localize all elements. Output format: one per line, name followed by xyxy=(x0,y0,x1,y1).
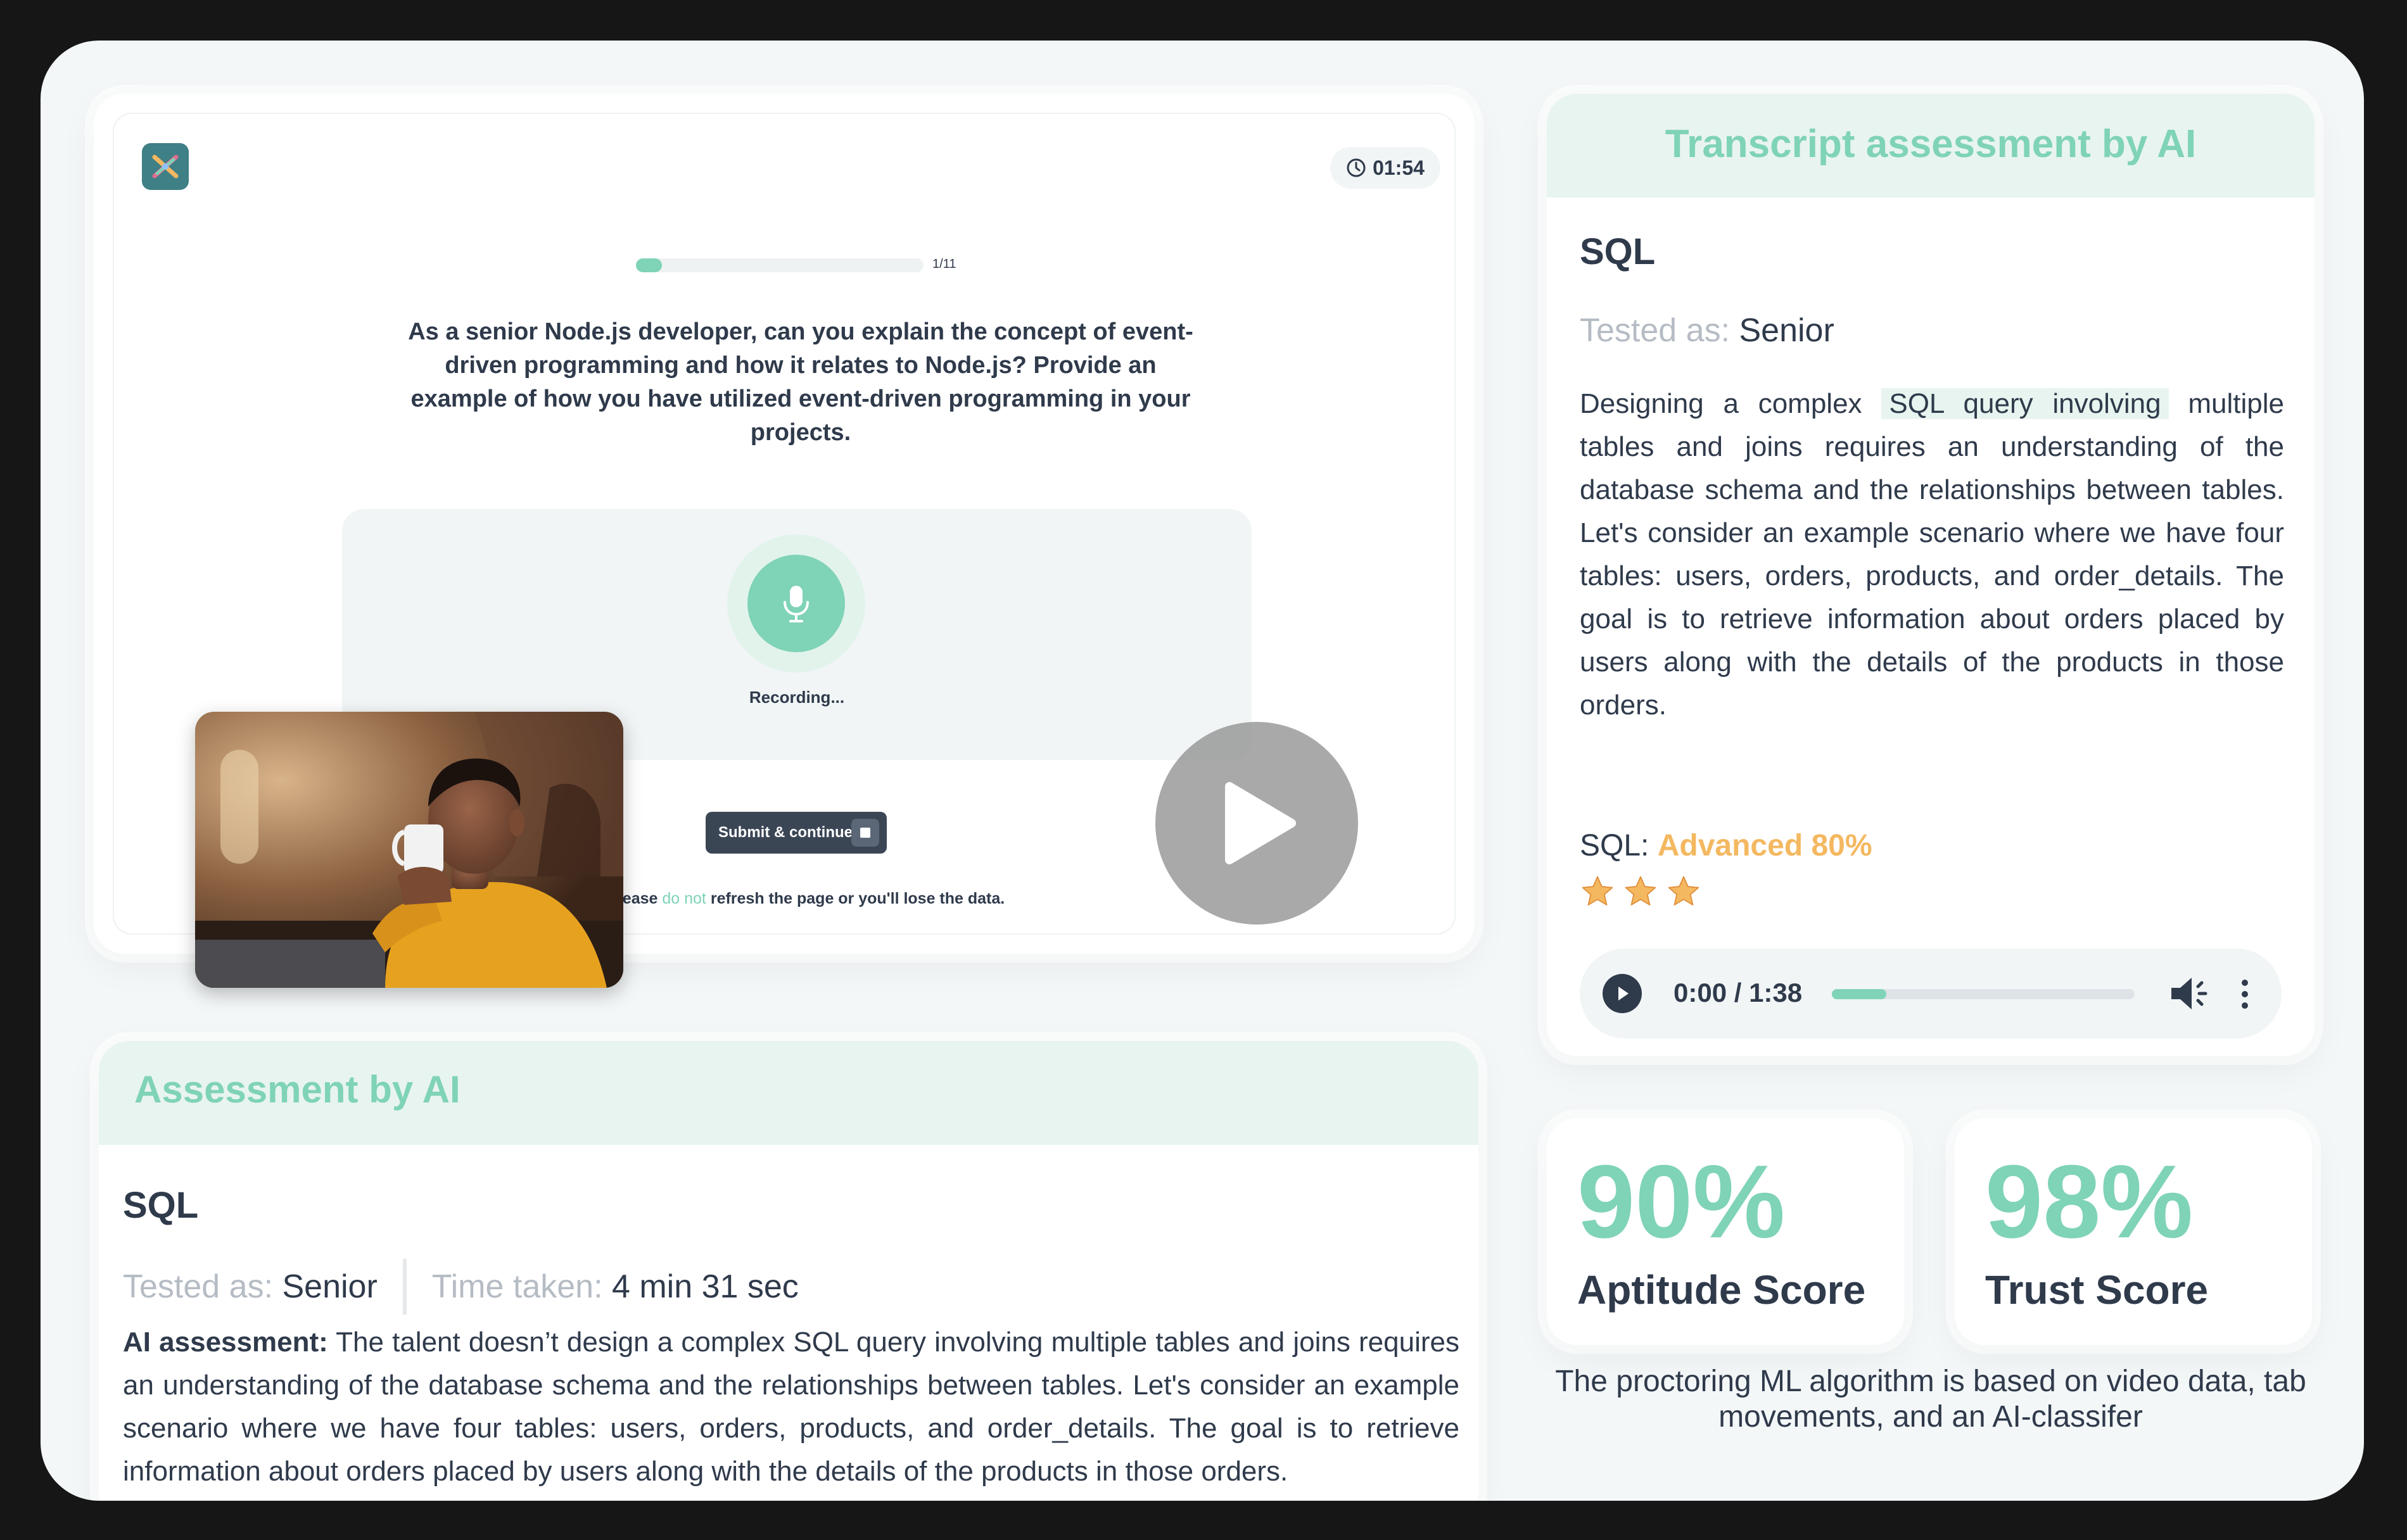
aptitude-score-card: 90% Aptitude Score xyxy=(1547,1118,1904,1345)
star-icon xyxy=(1625,876,1656,906)
app-screen: 01:54 1/11 As a senior Node.js developer… xyxy=(41,41,2364,1501)
volume-icon[interactable] xyxy=(2169,974,2211,1016)
assessment-skill: SQL xyxy=(123,1185,199,1226)
ai-assessment-label: AI assessment: xyxy=(123,1327,328,1358)
mic-halo xyxy=(727,534,865,672)
transcript-tested-as: Tested as: Senior xyxy=(1580,312,1834,350)
candidate-video-thumbnail[interactable] xyxy=(195,712,623,988)
transcript-text-before: Designing a complex xyxy=(1580,388,1882,419)
note-suffix: refresh the page or you'll lose the data… xyxy=(706,890,1005,907)
countdown-timer: 01:54 xyxy=(1330,147,1440,189)
transcript-header: Transcript assessment by AI xyxy=(1547,94,2315,198)
video-play-button[interactable] xyxy=(1155,722,1358,925)
question-progress-bar xyxy=(636,258,924,272)
meta-divider xyxy=(402,1259,407,1315)
trust-score-label: Trust Score xyxy=(1985,1267,2209,1313)
ai-assessment-text: AI assessment: The talent doesn’t design… xyxy=(123,1321,1459,1493)
transcript-tested-value: Senior xyxy=(1739,312,1834,349)
note-highlight: do not xyxy=(662,890,706,907)
mic-button[interactable] xyxy=(747,555,845,652)
audio-player: 0:00 / 1:38 xyxy=(1580,949,2282,1038)
microphone-icon xyxy=(784,586,809,622)
transcript-highlight: SQL query involving xyxy=(1881,388,2169,419)
stop-icon xyxy=(851,819,879,847)
transcript-tested-label: Tested as: xyxy=(1580,312,1731,349)
tested-as-value: Senior xyxy=(282,1268,378,1305)
aptitude-score-label: Aptitude Score xyxy=(1577,1267,1866,1313)
time-taken-value: 4 min 31 sec xyxy=(611,1268,799,1305)
timer-value: 01:54 xyxy=(1373,156,1425,179)
rating-stars xyxy=(1580,874,1701,909)
star-icon xyxy=(1668,876,1699,906)
submit-continue-button[interactable]: Submit & continue xyxy=(706,812,887,854)
audio-time: 0:00 / 1:38 xyxy=(1673,978,1803,1007)
audio-play-button[interactable] xyxy=(1603,974,1642,1013)
audio-seek-fill xyxy=(1832,989,1887,999)
interview-recording-card: 01:54 1/11 As a senior Node.js developer… xyxy=(94,94,1475,988)
skill-level: SQL: Advanced 80% xyxy=(1580,828,1872,863)
trust-score-value: 98% xyxy=(1985,1144,2194,1259)
question-progress-fill xyxy=(636,258,662,272)
transcript-skill: SQL xyxy=(1580,231,1656,272)
play-icon xyxy=(1618,987,1629,1000)
transcript-text: Designing a complex SQL query involving … xyxy=(1580,382,2284,727)
question-text: As a senior Node.js developer, can you e… xyxy=(408,319,1193,446)
play-icon xyxy=(1225,782,1296,864)
assessment-card: Assessment by AI SQL Tested as: Senior T… xyxy=(99,1041,1478,1501)
app-logo xyxy=(142,143,189,190)
star-icon xyxy=(1582,876,1613,906)
skill-level-value: Advanced 80% xyxy=(1657,829,1872,862)
question-counter: 1/11 xyxy=(932,257,956,271)
time-taken-label: Time taken: xyxy=(431,1268,603,1305)
assessment-header: Assessment by AI xyxy=(99,1041,1478,1145)
trust-score-card: 98% Trust Score xyxy=(1955,1118,2312,1345)
tested-as-label: Tested as: xyxy=(123,1268,274,1305)
recording-status: Recording... xyxy=(749,688,845,707)
audio-seek-bar[interactable] xyxy=(1832,989,2135,999)
proctoring-note: The proctoring ML algorithm is based on … xyxy=(1555,1365,2306,1434)
assessment-title: Assessment by AI xyxy=(134,1068,460,1111)
submit-button-label: Submit & continue xyxy=(718,824,853,841)
skill-level-label: SQL: xyxy=(1580,829,1649,862)
transcript-title: Transcript assessment by AI xyxy=(1665,122,2197,166)
transcript-card: Transcript assessment by AI SQL Tested a… xyxy=(1547,94,2315,1056)
assessment-meta: Tested as: Senior Time taken: 4 min 31 s… xyxy=(123,1259,799,1315)
clock-icon xyxy=(1347,158,1366,177)
transcript-text-after: multiple tables and joins requires an un… xyxy=(1580,388,2284,721)
more-options-icon[interactable] xyxy=(2239,978,2251,1014)
aptitude-score-value: 90% xyxy=(1577,1144,1786,1259)
